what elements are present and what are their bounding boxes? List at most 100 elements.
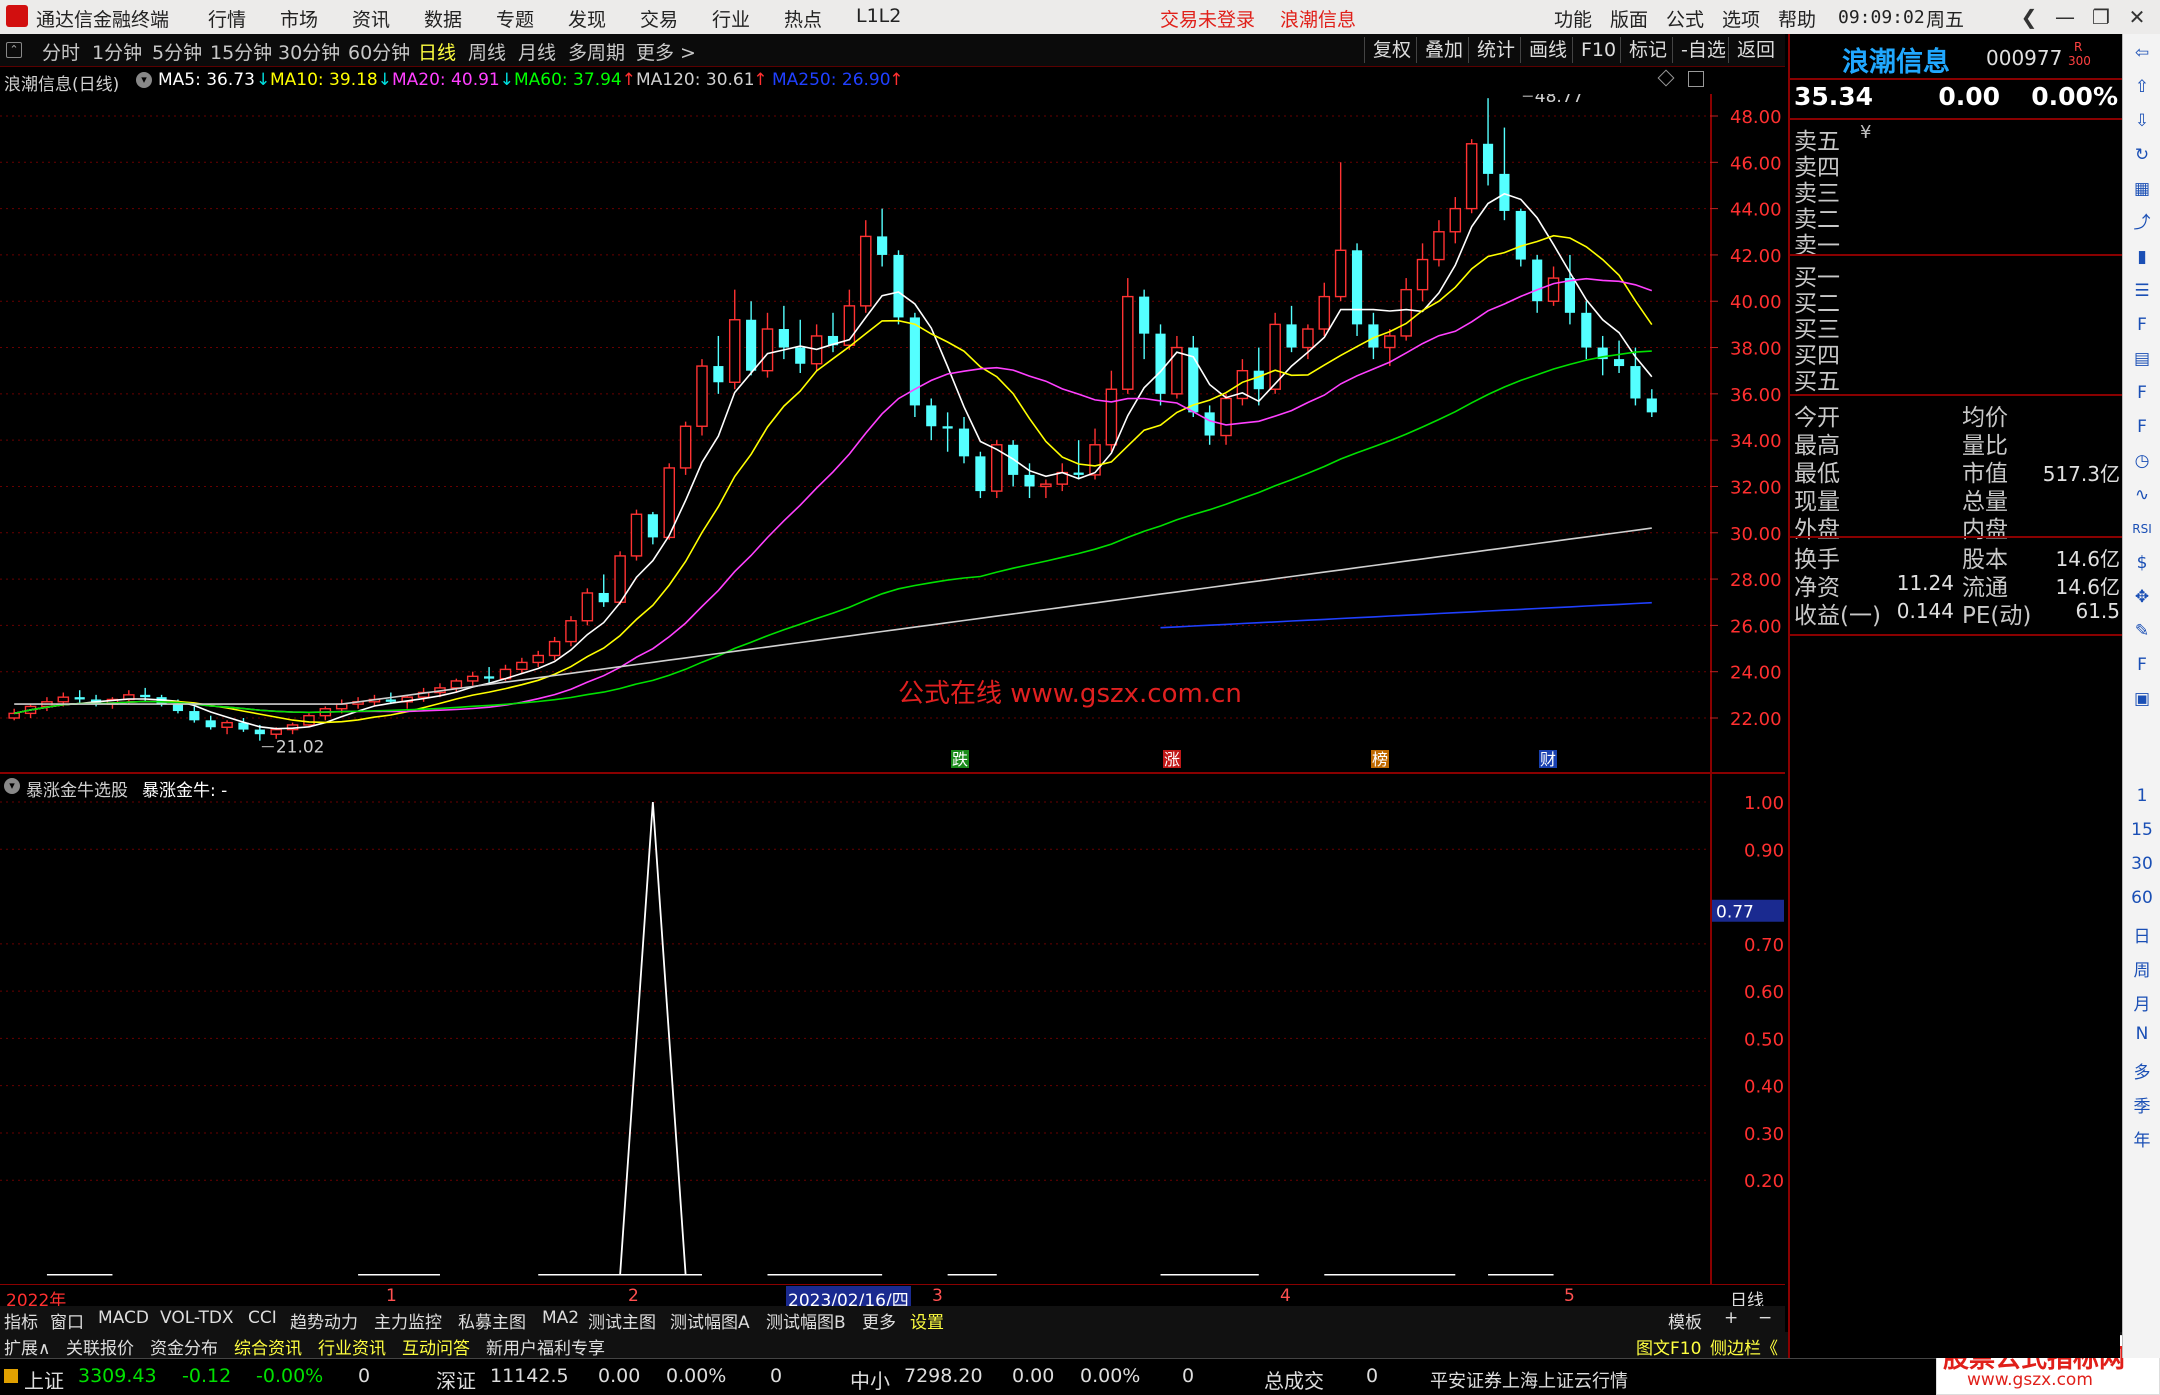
right-menu-item[interactable]: 选项 <box>1722 5 1760 32</box>
period-tab[interactable]: 1分钟 <box>92 38 142 65</box>
sidebar-period[interactable]: 多 <box>2123 1058 2160 1083</box>
yen-icon[interactable]: ¥ <box>1860 122 1871 143</box>
back-icon[interactable]: ⇦ <box>2131 42 2153 64</box>
indicator-tab[interactable]: 更多 <box>862 1308 896 1333</box>
zx-index-name[interactable]: 中小 <box>850 1365 890 1394</box>
rsi-icon[interactable]: RSI <box>2131 518 2153 540</box>
right-menu-item[interactable]: 功能 <box>1554 5 1592 32</box>
ext-tab[interactable]: 综合资讯 <box>234 1334 302 1359</box>
template-button[interactable]: 模板 <box>1668 1308 1702 1333</box>
table-icon[interactable]: ▤ <box>2131 348 2153 370</box>
indicator-tab[interactable]: MACD <box>98 1308 149 1328</box>
period-tab[interactable]: 30分钟 <box>278 38 340 65</box>
side-toggle[interactable]: 图文F10 <box>1636 1334 1701 1359</box>
indicator-tab[interactable]: 测试幅图A <box>670 1308 750 1333</box>
toolbar-button[interactable]: 标记 <box>1620 37 1675 63</box>
indicator-tab[interactable]: 设置 <box>910 1308 944 1333</box>
ext-tab[interactable]: 新用户福利专享 <box>486 1334 605 1359</box>
list-icon[interactable]: ☰ <box>2131 280 2153 302</box>
indicator-tab[interactable]: 指标 <box>4 1308 38 1333</box>
line-chart-icon[interactable]: ⤴ <box>2131 212 2153 234</box>
period-tab[interactable]: 60分钟 <box>348 38 410 65</box>
ext-tab[interactable]: 行业资讯 <box>318 1334 386 1359</box>
menu-item[interactable]: 行情 <box>208 5 246 32</box>
f10-icon[interactable]: F <box>2131 314 2153 336</box>
ext-tab[interactable]: 资金分布 <box>150 1334 218 1359</box>
menu-item[interactable]: 专题 <box>496 5 534 32</box>
indicator-tab[interactable]: 趋势动力 <box>290 1308 358 1333</box>
refresh-icon[interactable]: ↻ <box>2131 144 2153 166</box>
period-tab[interactable]: 更多 > <box>636 38 696 65</box>
fz-icon[interactable]: F <box>2131 416 2153 438</box>
sidebar-period[interactable]: 60 <box>2123 888 2160 908</box>
indicator-tab[interactable]: CCI <box>248 1308 277 1328</box>
ext-tab[interactable]: 扩展∧ <box>4 1334 50 1359</box>
ext-tab[interactable]: 互动问答 <box>402 1334 470 1359</box>
screen-icon[interactable]: ▣ <box>2131 688 2153 710</box>
wave-icon[interactable]: ∿ <box>2131 484 2153 506</box>
sidebar-period[interactable]: 年 <box>2123 1126 2160 1151</box>
collapse-icon[interactable]: ⌃ <box>6 42 22 58</box>
menu-item[interactable]: 资讯 <box>352 5 390 32</box>
indicator-tab[interactable]: 测试主图 <box>588 1308 656 1333</box>
period-tab[interactable]: 日线 <box>418 38 456 65</box>
indicator-tab[interactable]: MA2 <box>542 1308 579 1328</box>
sidebar-period[interactable]: 1 <box>2123 786 2160 806</box>
menu-item[interactable]: 发现 <box>568 5 606 32</box>
toolbar-button[interactable]: F10 <box>1572 37 1624 63</box>
right-menu-item[interactable]: 版面 <box>1610 5 1648 32</box>
menu-item[interactable]: 行业 <box>712 5 750 32</box>
right-menu-item[interactable]: 帮助 <box>1778 5 1816 32</box>
toolbar-button[interactable]: 复权 <box>1364 37 1419 63</box>
pen-icon[interactable]: ✎ <box>2131 620 2153 642</box>
fs-icon[interactable]: F <box>2131 654 2153 676</box>
restore-icon[interactable]: ❐ <box>2086 2 2116 32</box>
move-icon[interactable]: ✥ <box>2131 586 2153 608</box>
toolbar-button[interactable]: 返回 <box>1728 37 1783 63</box>
money-icon[interactable]: $ <box>2131 552 2153 574</box>
f10-alt-icon[interactable]: F <box>2131 382 2153 404</box>
menu-item[interactable]: 热点 <box>784 5 822 32</box>
up-icon[interactable]: ⇧ <box>2131 76 2153 98</box>
period-tab[interactable]: 多周期 <box>568 38 625 65</box>
template-button[interactable]: − <box>1758 1308 1772 1328</box>
period-tab[interactable]: 分时 <box>42 38 80 65</box>
indicator-tab[interactable]: 私募主图 <box>458 1308 526 1333</box>
broker-name[interactable]: 平安证券上海上证云行情 <box>1430 1367 1628 1393</box>
back-arrow-icon[interactable]: ❮ <box>2014 2 2044 32</box>
clock-icon[interactable]: ◷ <box>2131 450 2153 472</box>
trade-status[interactable]: 交易未登录 <box>1160 5 1255 32</box>
sh-index-name[interactable]: 上证 <box>24 1365 64 1394</box>
sidebar-period[interactable]: 15 <box>2123 820 2160 840</box>
menu-item[interactable]: 数据 <box>424 5 462 32</box>
sidebar-period[interactable]: 季 <box>2123 1092 2160 1117</box>
indicator-tab[interactable]: VOL-TDX <box>160 1308 234 1328</box>
header-stock-name[interactable]: 浪潮信息 <box>1280 5 1356 32</box>
template-button[interactable]: + <box>1724 1308 1738 1328</box>
toolbar-button[interactable]: -自选 <box>1672 37 1734 63</box>
down-icon[interactable]: ⇩ <box>2131 110 2153 132</box>
indicator-chart[interactable]: 1.00 0.90 0.70 0.60 0.50 0.40 0.30 0.20 0.77 <box>0 774 1785 1284</box>
period-tab[interactable]: 5分钟 <box>152 38 202 65</box>
toolbar-button[interactable]: 叠加 <box>1416 37 1471 63</box>
right-menu-item[interactable]: 公式 <box>1666 5 1704 32</box>
sidebar-period[interactable]: 月 <box>2123 990 2160 1015</box>
indicator-tab[interactable]: 测试幅图B <box>766 1308 846 1333</box>
indicator-tab[interactable]: 窗口 <box>50 1308 84 1333</box>
toolbar-button[interactable]: 统计 <box>1468 37 1523 63</box>
legend-dropdown-icon[interactable]: ▾ <box>136 72 152 88</box>
grid-icon[interactable]: ▦ <box>2131 178 2153 200</box>
window-split-icon[interactable] <box>1688 71 1704 87</box>
menu-item[interactable]: 市场 <box>280 5 318 32</box>
indicator-tab[interactable]: 主力监控 <box>374 1308 442 1333</box>
ext-tab[interactable]: 关联报价 <box>66 1334 134 1359</box>
sidebar-period[interactable]: 周 <box>2123 956 2160 981</box>
sidebar-period[interactable]: 30 <box>2123 854 2160 874</box>
price-chart[interactable]: 48.00 46.00 44.00 42.00 40.00 38.00 36.00 34.00… <box>0 94 1785 772</box>
menu-item[interactable]: L1L2 <box>856 5 901 27</box>
period-tab[interactable]: 月线 <box>518 38 556 65</box>
candle-icon[interactable]: ▮ <box>2131 246 2153 268</box>
sidebar-period[interactable]: 日 <box>2123 922 2160 947</box>
sz-index-name[interactable]: 深证 <box>436 1365 476 1394</box>
minimize-icon[interactable]: — <box>2050 2 2080 32</box>
